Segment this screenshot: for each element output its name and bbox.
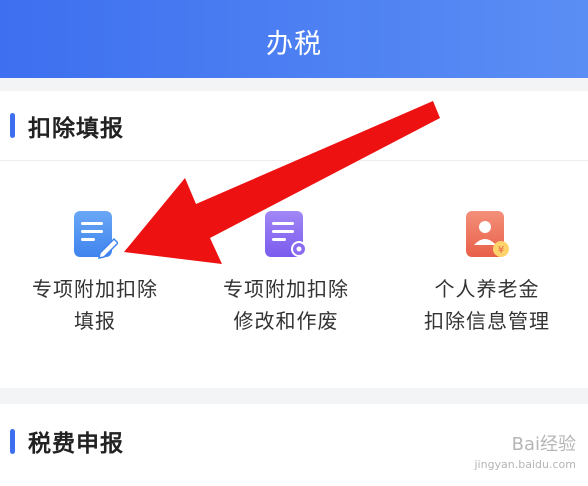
deduction-section-title: 扣除填报 [28,115,124,142]
section-accent-bar [10,113,15,138]
pension-deduction-manage-button[interactable]: ¥ 个人养老金 扣除信息管理 [392,209,582,337]
svg-text:¥: ¥ [498,245,504,256]
deduction-section-header: 扣除填报 [0,91,588,161]
top-header: 办税 [0,0,588,78]
section-accent-bar [10,428,15,454]
document-settings-icon [265,211,307,257]
special-deduction-fill-button[interactable]: 专项附加扣除 填报 [0,209,190,337]
special-deduction-modify-label: 专项附加扣除 修改和作废 [223,277,349,333]
pension-deduction-manage-label: 个人养老金 扣除信息管理 [424,277,550,333]
special-deduction-fill-label: 专项附加扣除 填报 [32,277,158,333]
special-deduction-modify-button[interactable]: 专项附加扣除 修改和作废 [191,209,381,337]
page-title: 办税 [266,28,322,60]
document-edit-icon [74,211,118,259]
pension-card-icon: ¥ [466,211,509,257]
deduction-card: 扣除填报 专项附加扣除 填报 专项附加扣除 修改和作废 ¥ 个人养老金 扣除信息… [0,91,588,388]
watermark: Bai经验 jingyan.baidu.com [474,434,576,471]
tax-section-title: 税费申报 [28,431,124,457]
